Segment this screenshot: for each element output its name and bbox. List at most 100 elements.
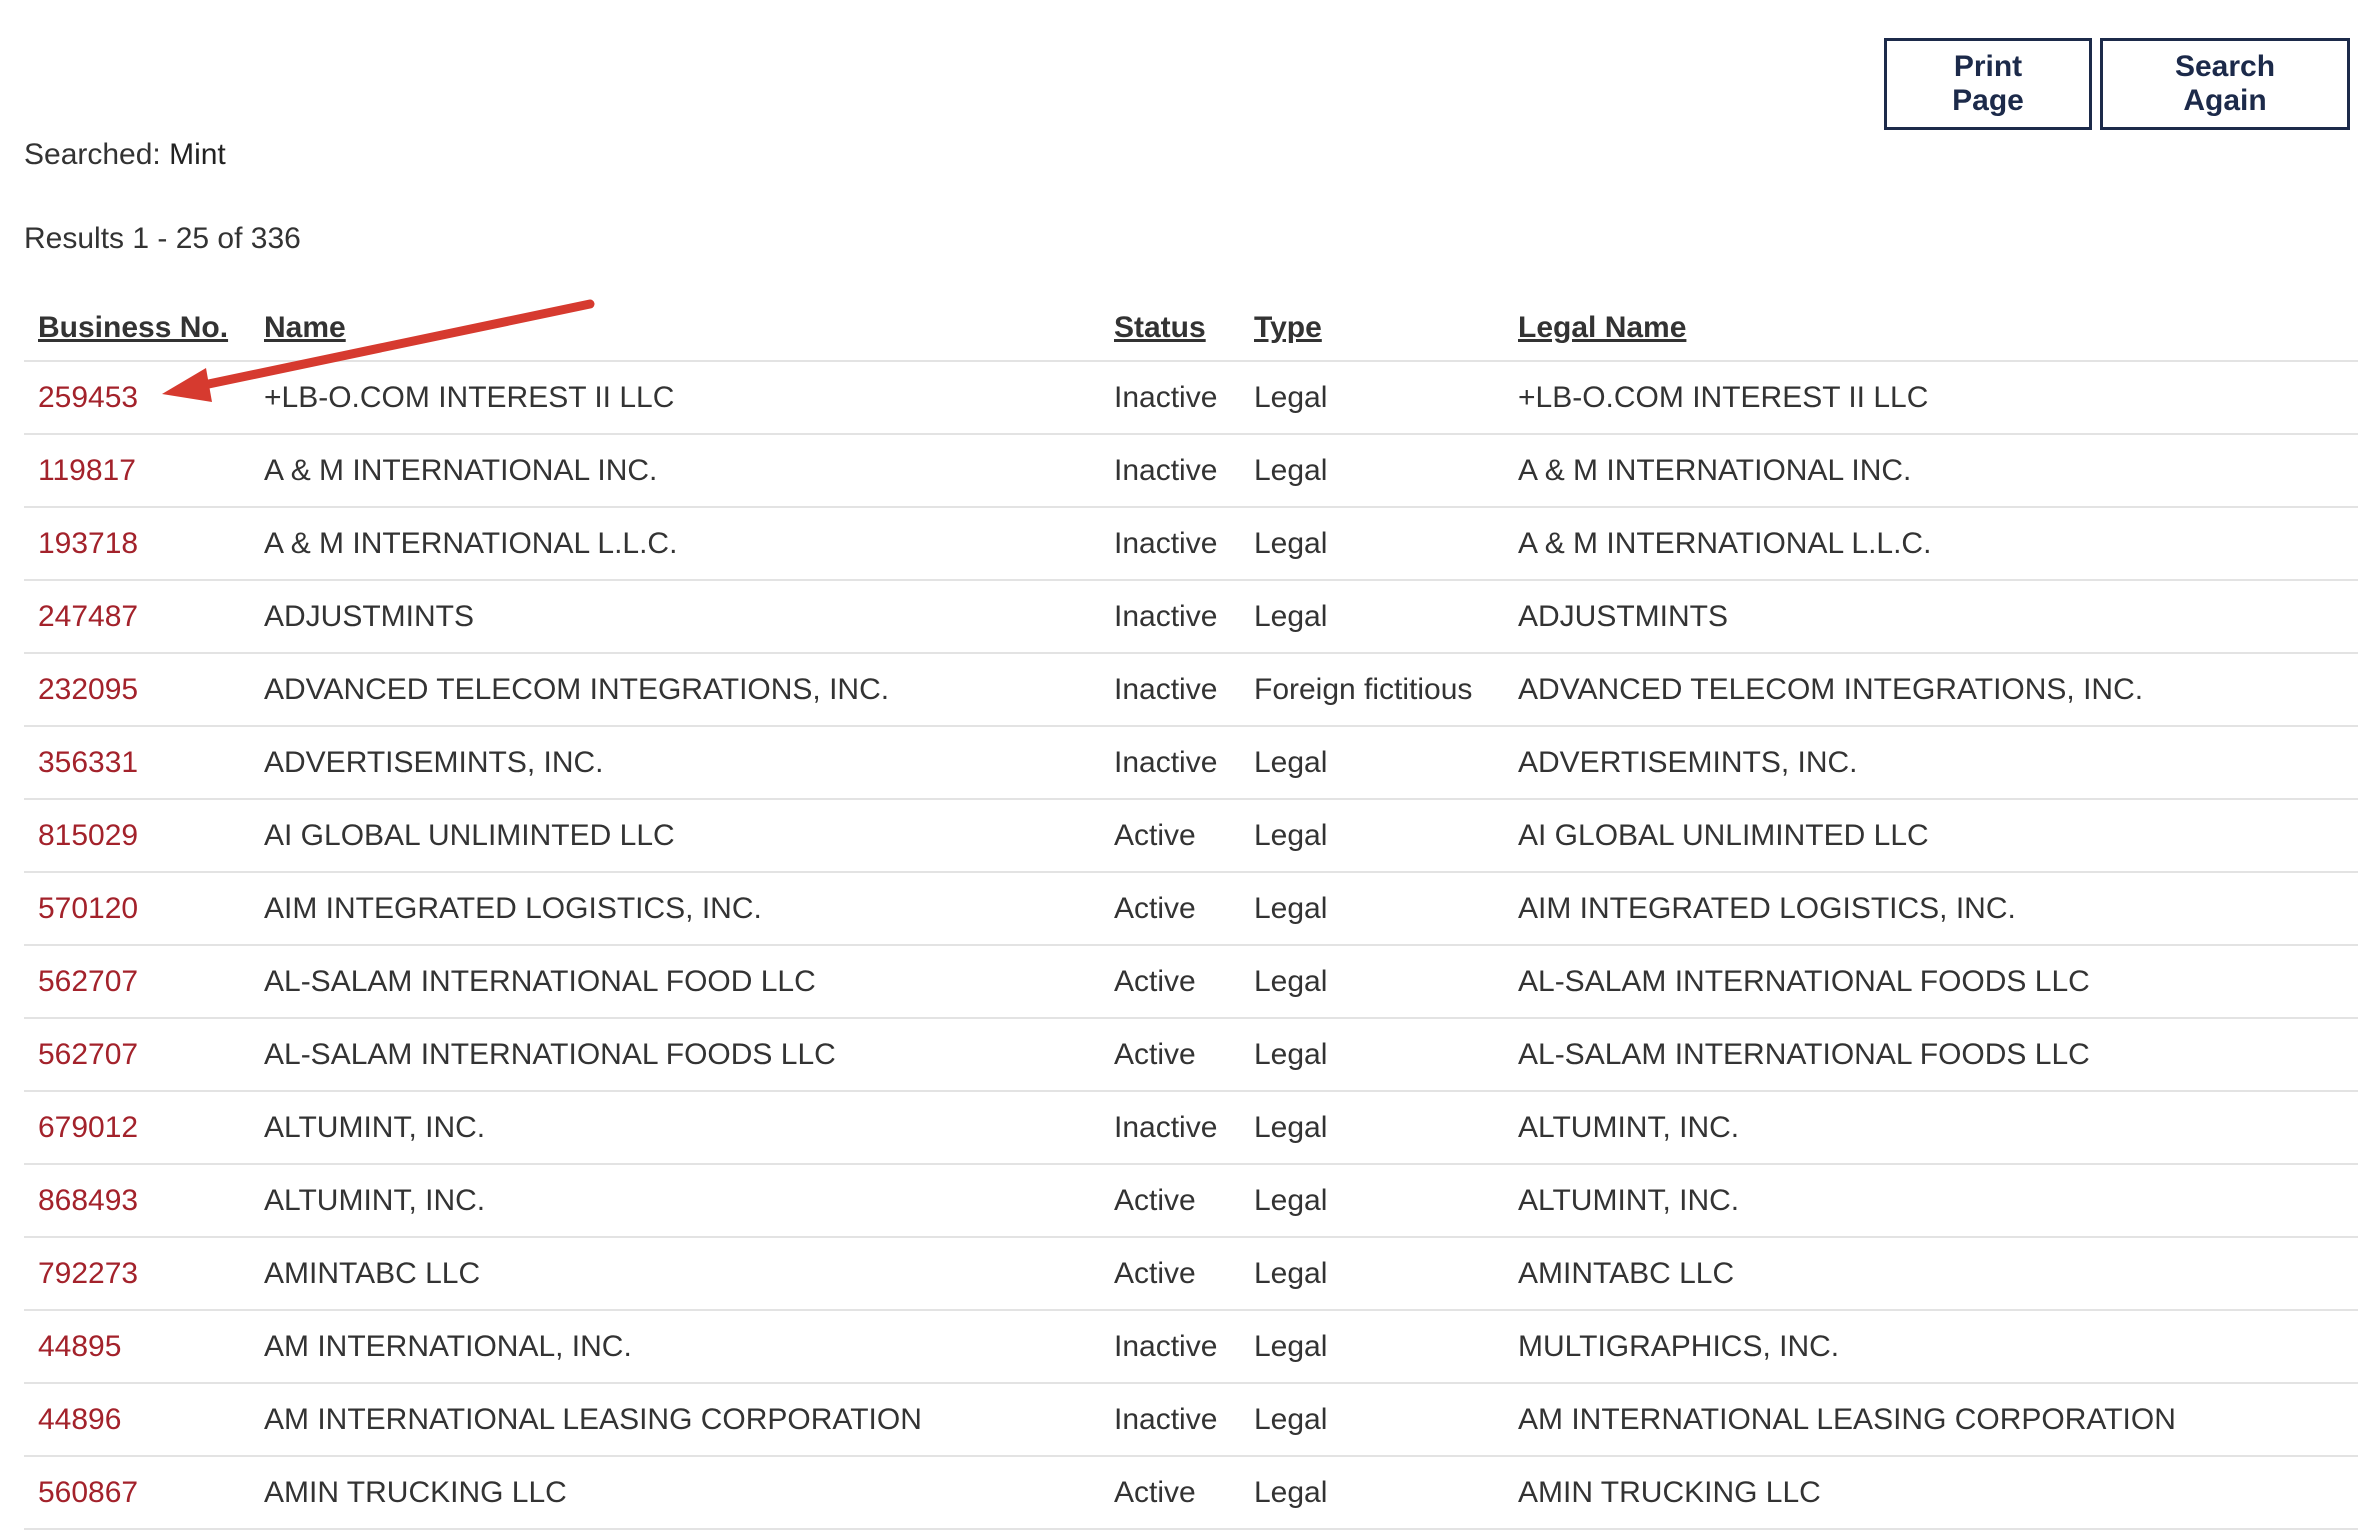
legal-name-cell: AL-SALAM INTERNATIONAL FOODS LLC [1504, 1018, 2358, 1092]
name-cell: ADVERTISEMINTS, INC. [250, 726, 1100, 800]
business-no-link[interactable]: 44896 [38, 1403, 121, 1436]
business-no-link[interactable]: 119817 [38, 454, 136, 487]
toolbar: Print Page Search Again [1884, 38, 2350, 130]
legal-name-cell: ALTUMINT, INC. [1504, 1091, 2358, 1165]
name-cell: ADJUSTMINTS [250, 580, 1100, 654]
results-table: Business No. Name Status Type Legal Name… [24, 296, 2358, 1530]
status-cell: Inactive [1100, 1383, 1240, 1457]
table-row: 232095 ADVANCED TELECOM INTEGRATIONS, INC… [24, 653, 2358, 727]
name-cell: ALTUMINT, INC. [250, 1164, 1100, 1238]
business-no-cell: 119817 [24, 434, 250, 508]
type-cell: Legal [1240, 434, 1504, 508]
type-cell: Legal [1240, 507, 1504, 581]
business-no-link[interactable]: 44895 [38, 1330, 121, 1363]
business-no-link[interactable]: 560867 [38, 1476, 138, 1509]
name-cell: A & M INTERNATIONAL L.L.C. [250, 507, 1100, 581]
legal-name-cell: ADVANCED TELECOM INTEGRATIONS, INC. [1504, 653, 2358, 727]
name-cell: AM INTERNATIONAL, INC. [250, 1310, 1100, 1384]
business-no-link[interactable]: 570120 [38, 892, 138, 925]
status-cell: Inactive [1100, 361, 1240, 435]
table-row: 679012 ALTUMINT, INC. Inactive Legal ALTUMIN… [24, 1091, 2358, 1165]
business-no-cell: 44895 [24, 1310, 250, 1384]
legal-name-cell: AL-SALAM INTERNATIONAL FOODS LLC [1504, 945, 2358, 1019]
name-cell: AMINTABC LLC [250, 1237, 1100, 1311]
business-no-cell: 560867 [24, 1456, 250, 1530]
name-cell: AM INTERNATIONAL LEASING CORPORATION [250, 1383, 1100, 1457]
print-page-button[interactable]: Print Page [1884, 38, 2092, 130]
business-no-cell: 259453 [24, 361, 250, 435]
column-header-name[interactable]: Name [250, 296, 1100, 362]
legal-name-cell: A & M INTERNATIONAL L.L.C. [1504, 507, 2358, 581]
type-cell: Legal [1240, 1456, 1504, 1530]
type-cell: Legal [1240, 1091, 1504, 1165]
table-row: 44895 AM INTERNATIONAL, INC. Inactive Legal… [24, 1310, 2358, 1384]
name-cell: AL-SALAM INTERNATIONAL FOOD LLC [250, 945, 1100, 1019]
legal-name-cell: ADJUSTMINTS [1504, 580, 2358, 654]
business-no-link[interactable]: 792273 [38, 1257, 138, 1290]
type-cell: Legal [1240, 1383, 1504, 1457]
business-no-link[interactable]: 356331 [38, 746, 138, 779]
business-no-link[interactable]: 247487 [38, 600, 138, 633]
column-header-type[interactable]: Type [1240, 296, 1504, 362]
type-cell: Legal [1240, 799, 1504, 873]
business-no-cell: 44896 [24, 1383, 250, 1457]
business-no-link[interactable]: 679012 [38, 1111, 138, 1144]
status-cell: Active [1100, 1456, 1240, 1530]
results-table-body: 259453 +LB-O.COM INTEREST II LLC Inactive L… [24, 361, 2358, 1530]
business-no-cell: 247487 [24, 580, 250, 654]
business-no-cell: 792273 [24, 1237, 250, 1311]
type-cell: Legal [1240, 580, 1504, 654]
table-row: 792273 AMINTABC LLC Active Legal AMINTABC LL… [24, 1237, 2358, 1311]
legal-name-cell: MULTIGRAPHICS, INC. [1504, 1310, 2358, 1384]
status-cell: Active [1100, 945, 1240, 1019]
table-row: 562707 AL-SALAM INTERNATIONAL FOOD LLC Act… [24, 945, 2358, 1019]
type-cell: Legal [1240, 1237, 1504, 1311]
business-no-link[interactable]: 193718 [38, 527, 138, 560]
legal-name-cell: +LB-O.COM INTEREST II LLC [1504, 361, 2358, 435]
name-cell: AI GLOBAL UNLIMINTED LLC [250, 799, 1100, 873]
legal-name-cell: AM INTERNATIONAL LEASING CORPORATION [1504, 1383, 2358, 1457]
business-no-link[interactable]: 259453 [38, 381, 138, 414]
table-row: 356331 ADVERTISEMINTS, INC. Inactive Legal A… [24, 726, 2358, 800]
legal-name-cell: A & M INTERNATIONAL INC. [1504, 434, 2358, 508]
search-results-page: Print Page Search Again Searched: Mint R… [0, 0, 2370, 1540]
status-cell: Active [1100, 1237, 1240, 1311]
business-no-link[interactable]: 815029 [38, 819, 138, 852]
table-row: 119817 A & M INTERNATIONAL INC. Inactive Le… [24, 434, 2358, 508]
results-summary: Results 1 - 25 of 336 [24, 222, 301, 255]
type-cell: Foreign fictitious [1240, 653, 1504, 727]
column-header-status[interactable]: Status [1100, 296, 1240, 362]
business-no-link[interactable]: 868493 [38, 1184, 138, 1217]
type-cell: Legal [1240, 945, 1504, 1019]
column-header-business-no[interactable]: Business No. [24, 296, 250, 362]
table-row: 570120 AIM INTEGRATED LOGISTICS, INC. Acti… [24, 872, 2358, 946]
business-no-link[interactable]: 562707 [38, 1038, 138, 1071]
searched-label: Searched: [24, 138, 170, 171]
type-cell: Legal [1240, 726, 1504, 800]
status-cell: Active [1100, 799, 1240, 873]
business-no-cell: 679012 [24, 1091, 250, 1165]
legal-name-cell: AIM INTEGRATED LOGISTICS, INC. [1504, 872, 2358, 946]
status-cell: Inactive [1100, 434, 1240, 508]
business-no-cell: 570120 [24, 872, 250, 946]
status-cell: Inactive [1100, 1310, 1240, 1384]
business-no-link[interactable]: 562707 [38, 965, 138, 998]
business-no-cell: 193718 [24, 507, 250, 581]
name-cell: AMIN TRUCKING LLC [250, 1456, 1100, 1530]
legal-name-cell: ADVERTISEMINTS, INC. [1504, 726, 2358, 800]
business-no-cell: 356331 [24, 726, 250, 800]
search-again-button[interactable]: Search Again [2100, 38, 2350, 130]
table-row: 868493 ALTUMINT, INC. Active Legal ALTUMINT,… [24, 1164, 2358, 1238]
legal-name-cell: AMIN TRUCKING LLC [1504, 1456, 2358, 1530]
business-no-cell: 562707 [24, 1018, 250, 1092]
name-cell: +LB-O.COM INTEREST II LLC [250, 361, 1100, 435]
legal-name-cell: AI GLOBAL UNLIMINTED LLC [1504, 799, 2358, 873]
name-cell: A & M INTERNATIONAL INC. [250, 434, 1100, 508]
business-no-cell: 232095 [24, 653, 250, 727]
business-no-link[interactable]: 232095 [38, 673, 138, 706]
searched-term: Mint [169, 138, 226, 171]
name-cell: AL-SALAM INTERNATIONAL FOODS LLC [250, 1018, 1100, 1092]
column-header-legal-name[interactable]: Legal Name [1504, 296, 2358, 362]
status-cell: Inactive [1100, 726, 1240, 800]
type-cell: Legal [1240, 1164, 1504, 1238]
